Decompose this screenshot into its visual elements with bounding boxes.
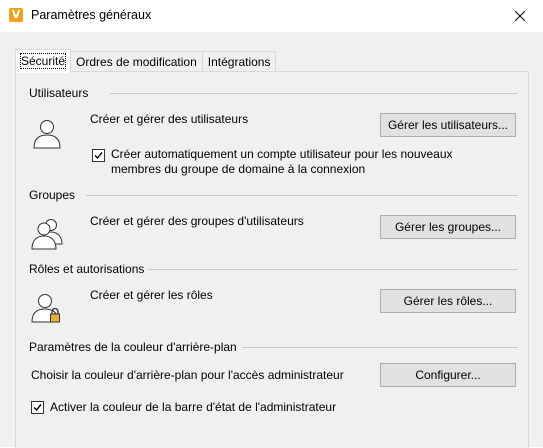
background-description: Choisir la couleur d'arrière-plan pour l… [31, 368, 344, 382]
window-title: Paramètres généraux [31, 8, 152, 22]
roles-section-title: Rôles et autorisations [29, 262, 145, 276]
users-section-title: Utilisateurs [29, 86, 89, 100]
auto-create-users-label: Créer automatiquement un compte utilisat… [111, 147, 453, 177]
checkmark-icon [94, 152, 103, 160]
user-lock-icon [31, 294, 60, 323]
admin-statusbar-color-checkbox[interactable] [31, 401, 44, 414]
vault-app-icon: V [9, 8, 23, 22]
admin-statusbar-color-label: Activer la couleur de la barre d'état de… [50, 400, 337, 414]
configure-button[interactable]: Configurer... [380, 363, 516, 387]
background-divider [242, 347, 518, 348]
user-icon [33, 120, 61, 149]
groups-description: Créer et gérer des groupes d'utilisateur… [90, 214, 304, 228]
tab-integrations-label: Intégrations [207, 55, 271, 69]
roles-divider [148, 269, 518, 270]
close-button[interactable] [497, 0, 543, 32]
groups-divider [86, 195, 518, 196]
title-bar: V Paramètres généraux [0, 0, 543, 32]
checkmark-icon [33, 404, 42, 412]
auto-create-users-label-line2: membres du groupe de domaine à la connex… [111, 162, 366, 176]
tab-security[interactable]: Sécurité [15, 49, 72, 73]
users-description: Créer et gérer des utilisateurs [90, 112, 249, 126]
security-panel: Utilisateurs Créer et gérer des utilisat… [15, 71, 529, 448]
tab-integrations[interactable]: Intégrations [201, 51, 277, 73]
users-divider [110, 93, 518, 94]
dialog-body: Sécurité Ordres de modification Intégrat… [0, 32, 543, 448]
auto-create-users-checkbox[interactable] [92, 149, 105, 162]
groups-section-title: Groupes [29, 188, 76, 202]
auto-create-users-label-line1: Créer automatiquement un compte utilisat… [111, 147, 453, 161]
background-section-title: Paramètres de la couleur d'arrière-plan [29, 340, 237, 354]
roles-description: Créer et gérer les rôles [90, 288, 213, 302]
tab-change-orders[interactable]: Ordres de modification [70, 51, 203, 73]
manage-groups-button[interactable]: Gérer les groupes... [380, 215, 516, 239]
tab-strip: Sécurité Ordres de modification Intégrat… [15, 49, 277, 73]
manage-users-button[interactable]: Gérer les utilisateurs... [380, 113, 516, 137]
tab-security-label: Sécurité [19, 53, 67, 69]
close-icon [514, 10, 526, 22]
tab-change-orders-label: Ordres de modification [76, 55, 197, 69]
user-group-icon [31, 219, 63, 250]
manage-roles-button[interactable]: Gérer les rôles... [380, 289, 516, 313]
